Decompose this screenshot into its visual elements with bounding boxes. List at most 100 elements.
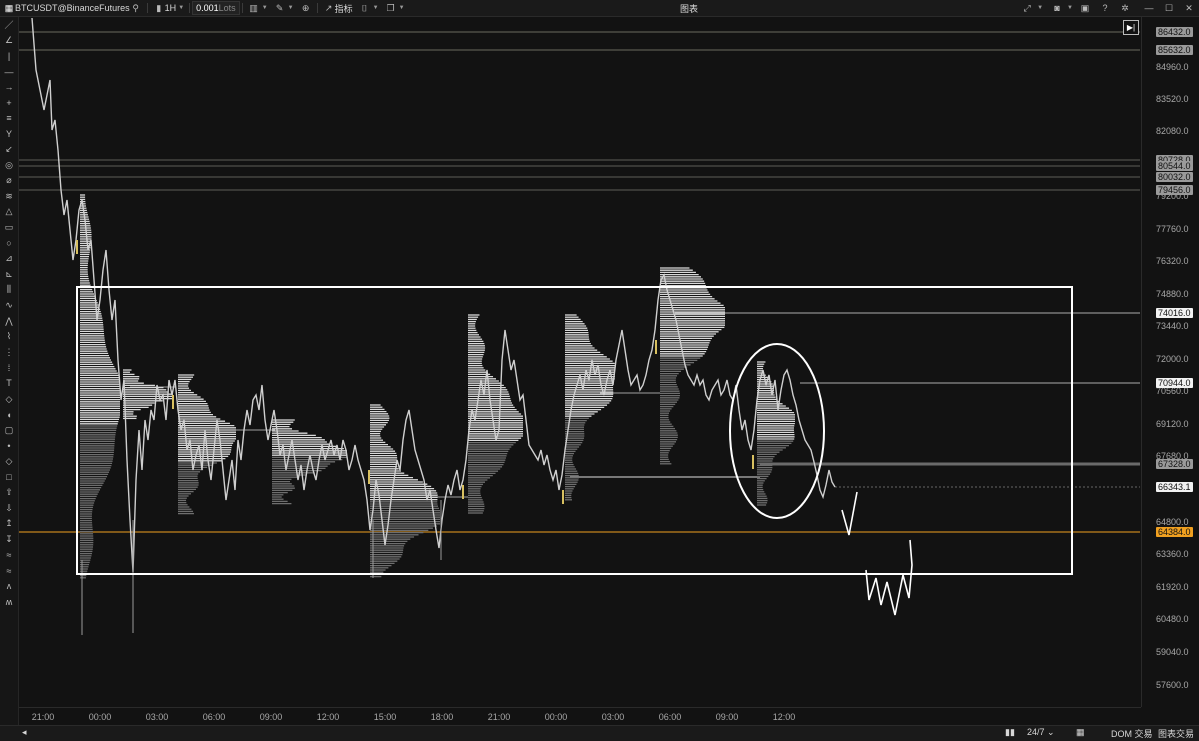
chevron-down-icon: ▼	[261, 5, 268, 11]
dotted-grid-icon[interactable]: ⁞	[0, 360, 18, 376]
dom-trading-button[interactable]: DOM 交易	[1111, 727, 1153, 740]
ellipse-icon[interactable]: ○	[0, 235, 18, 251]
arrow-down-icon[interactable]: ⇩	[0, 500, 18, 516]
bottom-bar: ◂ ▮▮ 24/7 ⌄ ▦ DOM 交易 图表交易	[0, 725, 1199, 741]
long-position-icon[interactable]: ↥	[0, 516, 18, 532]
quantity-field[interactable]: 0.001 Lots	[192, 1, 240, 15]
price-level-label[interactable]: 64384.0	[1156, 527, 1193, 537]
search-icon[interactable]: ⚲	[130, 2, 142, 14]
minimize-icon[interactable]: —	[1139, 2, 1159, 14]
cycle-icon[interactable]: ◎	[0, 157, 18, 173]
time-tick-label: 03:00	[145, 712, 169, 722]
fan-icon[interactable]: ⊿	[0, 251, 18, 267]
help-icon[interactable]: ?	[1097, 2, 1113, 14]
template-button[interactable]: ⌷ ▼	[356, 0, 382, 16]
text-icon[interactable]: T	[0, 376, 18, 392]
grid-icon[interactable]: ⋮	[0, 344, 18, 360]
chart-logo-icon: ▦	[4, 2, 14, 13]
time-tick-label: 00:00	[544, 712, 568, 722]
chart-type-button[interactable]: ▥ ▼	[245, 0, 271, 16]
time-tick-label: 21:00	[31, 712, 55, 722]
price-tick-label: 61920.0	[1156, 582, 1189, 592]
session-marker	[562, 490, 564, 504]
price-level-label[interactable]: 66343.1	[1156, 482, 1193, 492]
fib-ext-icon[interactable]: ≋	[0, 189, 18, 205]
triangle-icon[interactable]: △	[0, 204, 18, 220]
xabcd-icon[interactable]: ʍ	[0, 594, 18, 610]
price-level-label[interactable]: 70944.0	[1156, 378, 1193, 388]
price-level-label[interactable]: 67328.0	[1156, 459, 1193, 469]
price-tick-label: 72000.0	[1156, 354, 1189, 364]
price-level-label[interactable]: 74016.0	[1156, 308, 1193, 318]
price-level-label[interactable]: 86432.0	[1156, 27, 1193, 37]
window-controls: ⤢ ▼ ◙ ▼ ▣ ? ✲ — ☐ ✕	[1019, 0, 1199, 16]
maximize-icon[interactable]: ☐	[1159, 2, 1179, 14]
indicators-button[interactable]: ↗ 指标	[320, 0, 356, 16]
wave-icon[interactable]: ∿	[0, 298, 18, 314]
hline-tool-icon[interactable]: —	[0, 64, 18, 80]
session-marker	[172, 395, 174, 409]
parallel-channel-icon[interactable]: ≡	[0, 111, 18, 127]
short-position-icon[interactable]: ↧	[0, 532, 18, 548]
expand-icon[interactable]: ⤢	[1019, 2, 1035, 14]
crosshair-tool-icon[interactable]: +	[0, 95, 18, 111]
price-tick-label: 82080.0	[1156, 126, 1189, 136]
note-icon[interactable]: ▢	[0, 422, 18, 438]
line-tool-icon[interactable]: ／	[0, 17, 18, 33]
scroll-left-icon[interactable]: ◂	[22, 727, 27, 738]
time-axis[interactable]: 21:00 00:00 03:00 06:00 09:00 12:00 15:00 18:00…	[19, 707, 1141, 726]
session-marker	[462, 485, 464, 499]
price-level-label[interactable]: 80032.0	[1156, 172, 1193, 182]
elliott-icon[interactable]: ≈	[0, 547, 18, 563]
camera-icon[interactable]: ◙	[1049, 2, 1065, 14]
arrow-up-icon[interactable]: ⇧	[0, 485, 18, 501]
fib-tool-icon[interactable]: ∠	[0, 33, 18, 49]
volume-profile-icon[interactable]: ⫼	[0, 282, 18, 298]
draw-button[interactable]: ✎ ▼	[271, 0, 297, 16]
dot-icon[interactable]: •	[0, 438, 18, 454]
label-icon[interactable]: ◇	[0, 391, 18, 407]
price-axis[interactable]: 84960.0 83520.0 82080.0 79200.0 77760.0 76320…	[1141, 17, 1199, 707]
chevron-down-icon: ▼	[372, 5, 379, 11]
diamond-icon[interactable]: ◇	[0, 454, 18, 470]
timeframe-selector[interactable]: ▮ 1H ▼	[150, 0, 187, 16]
price-chart[interactable]	[19, 17, 1140, 707]
chevron-down-icon: ▼	[178, 5, 185, 11]
pattern-icon[interactable]: ⋀	[0, 313, 18, 329]
settings-icon[interactable]: ✲	[1117, 2, 1133, 14]
price-tick-label: 73440.0	[1156, 321, 1189, 331]
callout-icon[interactable]: ◖	[0, 407, 18, 423]
square-icon[interactable]: □	[0, 469, 18, 485]
zigzag-icon[interactable]: ⌇	[0, 329, 18, 345]
price-level-label[interactable]: 85632.0	[1156, 45, 1193, 55]
zoom-button[interactable]: ⊕	[297, 0, 315, 16]
time-tick-label: 09:00	[259, 712, 283, 722]
layout-button[interactable]: ❐ ▼	[382, 0, 408, 16]
time-tick-label: 06:00	[658, 712, 682, 722]
symbol-label: BTCUSDT@BinanceFutures	[15, 3, 130, 13]
collapse-panel-button[interactable]: ▶|	[1123, 20, 1139, 35]
ruler-icon[interactable]: ⌀	[0, 173, 18, 189]
price-level-label[interactable]: 79456.0	[1156, 185, 1193, 195]
time-tick-label: 06:00	[202, 712, 226, 722]
trend-angle-icon[interactable]: ↙	[0, 142, 18, 158]
arrow-tool-icon[interactable]: →	[0, 79, 18, 95]
windows-icon: ❐	[386, 2, 395, 13]
rectangle-icon[interactable]: ▭	[0, 220, 18, 236]
scroll-handle[interactable]: ▮▮	[1005, 727, 1015, 738]
candles-icon: ▥	[249, 2, 258, 13]
elliott2-icon[interactable]: ≈	[0, 563, 18, 579]
pitchfork-icon[interactable]: Y	[0, 126, 18, 142]
symbol-selector[interactable]: ▦ BTCUSDT@BinanceFutures ⚲	[0, 0, 145, 16]
vline-tool-icon[interactable]: |	[0, 48, 18, 64]
calendar-icon[interactable]: ▦	[1076, 727, 1085, 738]
abcd-icon[interactable]: ʌ	[0, 578, 18, 594]
price-tick-label: 60480.0	[1156, 614, 1189, 624]
link-icon[interactable]: ▣	[1077, 2, 1093, 14]
fib-fan-icon[interactable]: ⊾	[0, 267, 18, 283]
price-level-label[interactable]: 80544.0	[1156, 161, 1193, 171]
session-selector[interactable]: 24/7 ⌄	[1027, 727, 1055, 738]
chart-trading-button[interactable]: 图表交易	[1158, 727, 1194, 740]
template-icon: ⌷	[361, 2, 368, 13]
close-icon[interactable]: ✕	[1179, 2, 1199, 14]
